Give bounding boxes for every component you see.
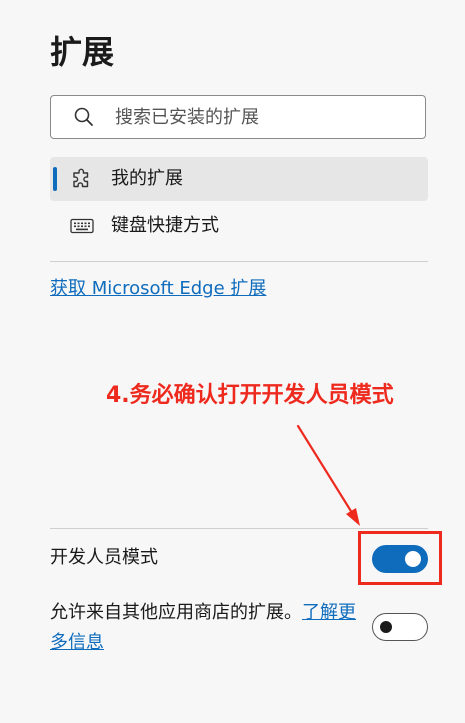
search-input[interactable] xyxy=(115,106,395,128)
annotation-arrow xyxy=(296,424,360,526)
nav-item-keyboard-shortcuts[interactable]: 键盘快捷方式 xyxy=(50,204,428,248)
other-stores-description: 允许来自其他应用商店的扩展。了解更多信息 xyxy=(50,598,360,658)
nav-item-label: 键盘快捷方式 xyxy=(111,215,219,236)
divider xyxy=(50,528,428,529)
get-extensions-link[interactable]: 获取 Microsoft Edge 扩展 xyxy=(50,276,266,302)
nav-item-my-extensions[interactable]: 我的扩展 xyxy=(50,157,428,201)
divider xyxy=(50,261,428,262)
page-title: 扩展 xyxy=(50,33,115,71)
other-stores-label: 允许来自其他应用商店的扩展。 xyxy=(50,602,302,623)
keyboard-icon xyxy=(70,214,94,238)
annotation-text: 4.务必确认打开开发人员模式 xyxy=(106,383,394,408)
developer-mode-label: 开发人员模式 xyxy=(50,547,158,568)
search-box[interactable] xyxy=(50,95,426,139)
puzzle-piece-icon xyxy=(70,167,94,191)
toggle-knob xyxy=(380,621,392,633)
nav-item-label: 我的扩展 xyxy=(111,168,183,189)
other-stores-toggle[interactable] xyxy=(372,613,428,641)
active-indicator xyxy=(53,167,57,191)
annotation-highlight-box xyxy=(358,531,442,585)
search-icon xyxy=(73,106,95,128)
